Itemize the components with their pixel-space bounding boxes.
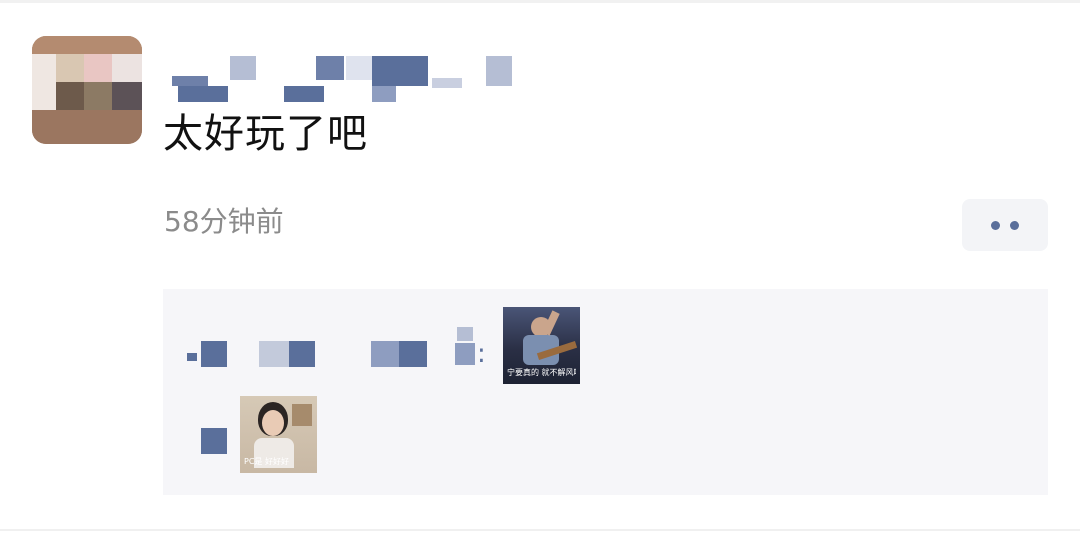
comment-item[interactable]: PC是 好好好 [163, 396, 1048, 476]
sticker-image[interactable]: 宁要真的 就不解风味 [503, 307, 580, 384]
comments-panel: : 宁要真的 就不解风味 PC是 好好好 [163, 289, 1048, 495]
more-dots-icon [991, 220, 1000, 230]
top-divider [0, 0, 1080, 3]
bottom-divider [0, 529, 1080, 531]
sticker-image[interactable]: PC是 好好好 [240, 396, 317, 473]
post-timestamp: 58分钟前 [164, 205, 284, 238]
more-button[interactable] [962, 199, 1048, 251]
post-text: 太好玩了吧 [163, 111, 368, 157]
nickname-obscured[interactable] [160, 50, 520, 106]
avatar[interactable] [32, 36, 142, 144]
comment-separator: : [477, 339, 486, 369]
more-dots-icon [1010, 220, 1019, 230]
comment-item[interactable]: : 宁要真的 就不解风味 [163, 307, 1048, 387]
commenter-name-obscured[interactable] [187, 327, 497, 387]
commenter-name-obscured[interactable] [187, 414, 247, 464]
